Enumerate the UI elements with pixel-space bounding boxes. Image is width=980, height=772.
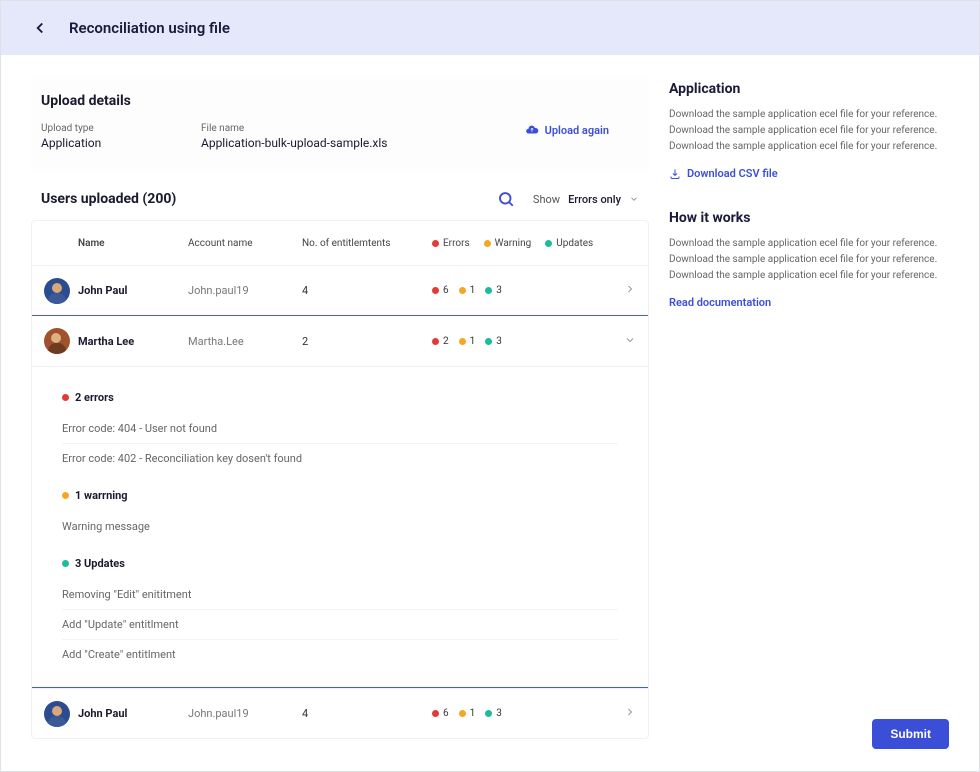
cloud-upload-icon <box>525 123 539 137</box>
expanded-row-block: Martha Lee Martha.Lee 2 2 1 3 2 errors E… <box>31 315 649 688</box>
chevron-down-icon <box>629 194 639 204</box>
row-errors: 2 <box>443 336 449 347</box>
users-heading: Users uploaded (200) <box>41 191 176 207</box>
chevron-down-icon[interactable] <box>624 334 636 346</box>
row-updates: 3 <box>496 285 502 296</box>
filter-value: Errors only <box>568 193 621 206</box>
row-errors: 6 <box>443 285 449 296</box>
row-entitlements: 4 <box>302 707 432 720</box>
error-item: Error code: 404 - User not found <box>62 414 618 443</box>
col-updates: Updates <box>556 238 593 249</box>
how-heading: How it works <box>669 210 949 226</box>
row-entitlements: 2 <box>302 335 432 348</box>
chevron-right-icon[interactable] <box>624 706 636 718</box>
application-card: Application Download the sample applicat… <box>669 75 949 186</box>
table-row[interactable]: John Paul John.paul19 4 6 1 3 <box>32 688 648 738</box>
errors-heading: 2 errors <box>75 391 114 404</box>
upload-type-value: Application <box>41 136 201 150</box>
col-errors: Errors <box>443 238 470 249</box>
row-details: 2 errors Error code: 404 - User not foun… <box>32 366 648 687</box>
file-name-value: Application-bulk-upload-sample.xls <box>201 136 525 150</box>
row-account: Martha.Lee <box>188 335 302 348</box>
col-account: Account name <box>188 238 302 249</box>
users-table: Name Account name No. of entitlemtents E… <box>31 220 649 739</box>
top-bar: Reconciliation using file <box>1 1 979 55</box>
row-errors: 6 <box>443 708 449 719</box>
read-doc-label: Read documentation <box>669 296 771 309</box>
row-name: Martha Lee <box>78 335 188 348</box>
col-warning: Warning <box>495 238 532 249</box>
upload-type-label: Upload type <box>41 123 201 134</box>
users-header: Users uploaded (200) Show Errors only <box>31 172 649 220</box>
table-row[interactable]: Martha Lee Martha.Lee 2 2 1 3 <box>32 316 648 366</box>
filter-dropdown[interactable]: Show Errors only <box>533 193 639 206</box>
download-icon <box>669 168 681 180</box>
application-heading: Application <box>669 81 949 97</box>
row-warnings: 1 <box>470 708 476 719</box>
application-desc: Download the sample application ecel fil… <box>669 107 949 155</box>
col-name: Name <box>78 238 188 249</box>
updates-heading: 3 Updates <box>75 557 125 570</box>
download-csv-link[interactable]: Download CSV file <box>669 167 949 180</box>
how-desc: Download the sample application ecel fil… <box>669 236 949 284</box>
update-item: Removing "Edit" enititment <box>62 580 618 609</box>
update-item: Add "Update" entitlment <box>62 609 618 639</box>
row-warnings: 1 <box>470 336 476 347</box>
update-item: Add "Create" entitlment <box>62 639 618 669</box>
row-updates: 3 <box>496 708 502 719</box>
upload-details-card: Upload details Upload type Application F… <box>31 75 649 172</box>
chevron-right-icon[interactable] <box>624 283 636 295</box>
row-entitlements: 4 <box>302 284 432 297</box>
warning-item: Warning message <box>62 512 618 541</box>
file-name-label: File name <box>201 123 525 134</box>
error-item: Error code: 402 - Reconciliation key dos… <box>62 443 618 473</box>
avatar <box>44 701 70 727</box>
row-account: John.paul19 <box>188 707 302 720</box>
filter-label: Show <box>533 193 560 206</box>
upload-again-button[interactable]: Upload again <box>525 123 609 137</box>
row-updates: 3 <box>496 336 502 347</box>
search-icon[interactable] <box>497 190 515 208</box>
row-name: John Paul <box>78 284 188 297</box>
row-warnings: 1 <box>470 285 476 296</box>
avatar <box>44 328 70 354</box>
download-csv-label: Download CSV file <box>687 167 778 180</box>
page-title: Reconciliation using file <box>69 19 230 37</box>
col-entitlements: No. of entitlemtents <box>302 238 432 249</box>
how-it-works-card: How it works Download the sample applica… <box>669 204 949 315</box>
upload-heading: Upload details <box>41 93 639 109</box>
submit-button[interactable]: Submit <box>872 719 949 749</box>
avatar <box>44 278 70 304</box>
row-name: John Paul <box>78 707 188 720</box>
table-header: Name Account name No. of entitlemtents E… <box>32 221 648 265</box>
read-documentation-link[interactable]: Read documentation <box>669 296 949 309</box>
warning-heading: 1 warrning <box>75 489 128 502</box>
back-icon[interactable] <box>31 19 49 37</box>
table-row[interactable]: John Paul John.paul19 4 6 1 3 <box>32 265 648 315</box>
upload-again-label: Upload again <box>545 124 609 137</box>
row-account: John.paul19 <box>188 284 302 297</box>
